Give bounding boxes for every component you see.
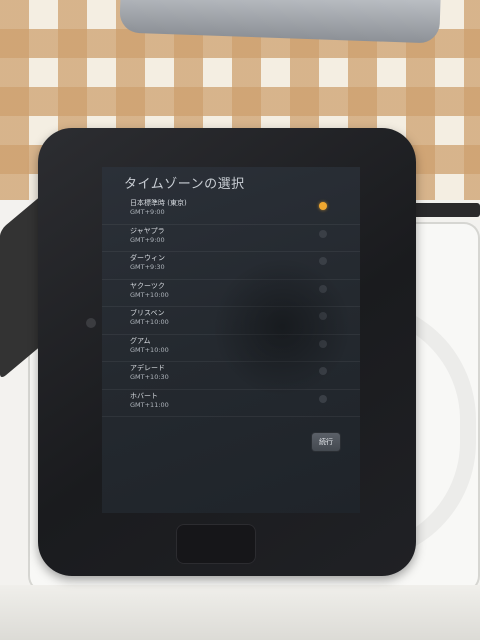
radio-unselected-icon[interactable] xyxy=(319,312,327,320)
timezone-item[interactable]: 日本標準時 (東京) GMT+9:00 xyxy=(102,197,360,225)
page-title: タイムゾーンの選択 xyxy=(124,177,245,192)
packaging-tray-rim xyxy=(0,585,480,640)
timezone-item[interactable]: グアム GMT+10:00 xyxy=(102,335,360,362)
radio-unselected-icon[interactable] xyxy=(319,257,327,265)
radio-selected-icon[interactable] xyxy=(319,202,327,210)
timezone-item[interactable]: ブリスベン GMT+10:00 xyxy=(102,307,360,335)
timezone-offset: GMT+9:30 xyxy=(130,263,165,271)
timezone-list: 日本標準時 (東京) GMT+9:00 ジャヤプラ GMT+9:00 ダーウィン… xyxy=(102,197,360,417)
continue-button[interactable]: 続行 xyxy=(312,433,340,451)
front-camera xyxy=(86,318,96,328)
timezone-item[interactable]: ジャヤプラ GMT+9:00 xyxy=(102,225,360,252)
timezone-offset: GMT+9:00 xyxy=(130,208,165,216)
timezone-offset: GMT+10:30 xyxy=(130,373,169,381)
timezone-offset: GMT+10:00 xyxy=(130,318,169,326)
timezone-item[interactable]: ダーウィン GMT+9:30 xyxy=(102,252,360,280)
home-button[interactable] xyxy=(176,524,256,564)
radio-unselected-icon[interactable] xyxy=(319,367,327,375)
timezone-item[interactable]: ヤクーツク GMT+10:00 xyxy=(102,280,360,307)
timezone-item[interactable]: ホバート GMT+11:00 xyxy=(102,390,360,417)
timezone-item[interactable]: アデレード GMT+10:30 xyxy=(102,362,360,390)
radio-unselected-icon[interactable] xyxy=(319,394,327,403)
radio-unselected-icon[interactable] xyxy=(319,229,327,238)
timezone-screen: タイムゾーンの選択 日本標準時 (東京) GMT+9:00 ジャヤプラ GMT+… xyxy=(102,167,360,513)
radio-unselected-icon[interactable] xyxy=(319,284,327,293)
radio-unselected-icon[interactable] xyxy=(319,339,327,348)
